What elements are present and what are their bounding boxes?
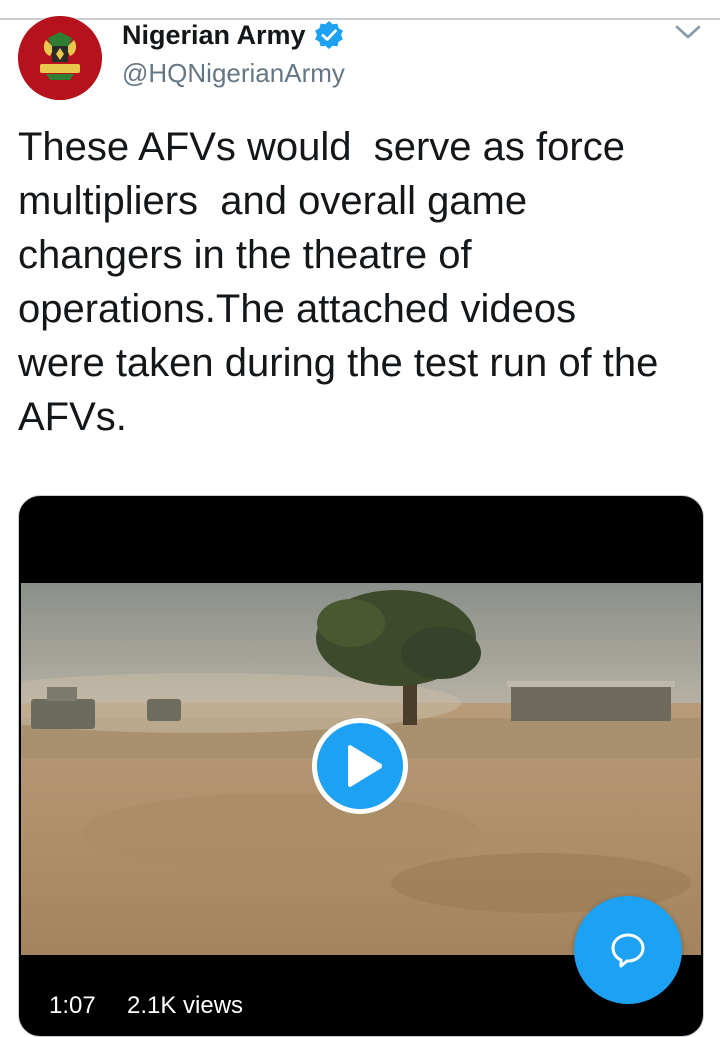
avatar[interactable]: [18, 16, 102, 100]
top-divider: [0, 18, 720, 20]
play-button[interactable]: [312, 718, 408, 814]
play-icon: [348, 745, 382, 787]
verified-badge-icon: [314, 21, 343, 49]
display-name[interactable]: Nigerian Army: [122, 18, 306, 52]
speech-bubble-icon: [611, 933, 645, 968]
handle[interactable]: @HQNigerianArmy: [122, 57, 345, 89]
video-view-count: 2.1K views: [117, 988, 254, 1024]
tweet-text: These AFVs would serve as force multipli…: [18, 125, 659, 439]
video-duration: 1:07: [39, 988, 106, 1024]
chevron-down-icon[interactable]: [674, 22, 702, 42]
display-name-row[interactable]: Nigerian Army: [122, 18, 344, 52]
compose-reply-button[interactable]: [574, 896, 682, 1004]
army-crest-logo: [18, 16, 102, 100]
